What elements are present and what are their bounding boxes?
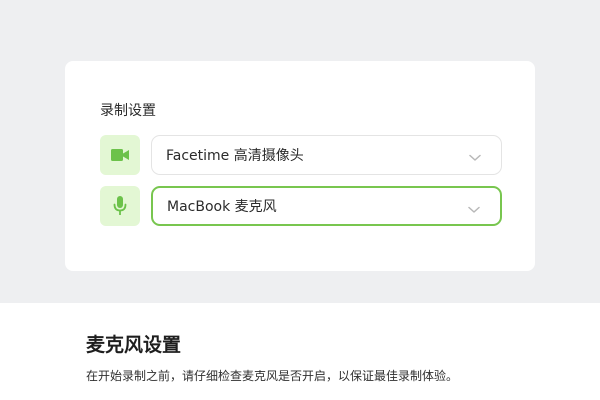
preview-area: 录制设置 Facetime 高清摄像头 MacBook 麦克风 xyxy=(0,0,600,303)
recording-settings-card: 录制设置 Facetime 高清摄像头 MacBook 麦克风 xyxy=(65,61,535,271)
microphone-select-value: MacBook 麦克风 xyxy=(167,199,277,215)
microphone-icon-tile xyxy=(100,186,140,226)
chevron-down-icon xyxy=(469,150,481,166)
info-section: 麦克风设置 在开始录制之前，请仔细检查麦克风是否开启，以保证最佳录制体验。 xyxy=(0,303,600,400)
camera-icon-tile xyxy=(100,135,140,175)
camera-setting-row: Facetime 高清摄像头 xyxy=(100,135,502,175)
camera-select[interactable]: Facetime 高清摄像头 xyxy=(151,135,502,175)
microphone-icon xyxy=(113,196,127,216)
video-camera-icon xyxy=(111,149,129,161)
microphone-setting-row: MacBook 麦克风 xyxy=(100,186,502,226)
chevron-down-icon xyxy=(468,202,480,218)
microphone-select[interactable]: MacBook 麦克风 xyxy=(151,186,502,226)
description-text: 在开始录制之前，请仔细检查麦克风是否开启，以保证最佳录制体验。 xyxy=(86,369,459,383)
section-title: 录制设置 xyxy=(100,103,156,119)
page-title: 麦克风设置 xyxy=(86,334,182,356)
camera-select-value: Facetime 高清摄像头 xyxy=(166,148,304,164)
